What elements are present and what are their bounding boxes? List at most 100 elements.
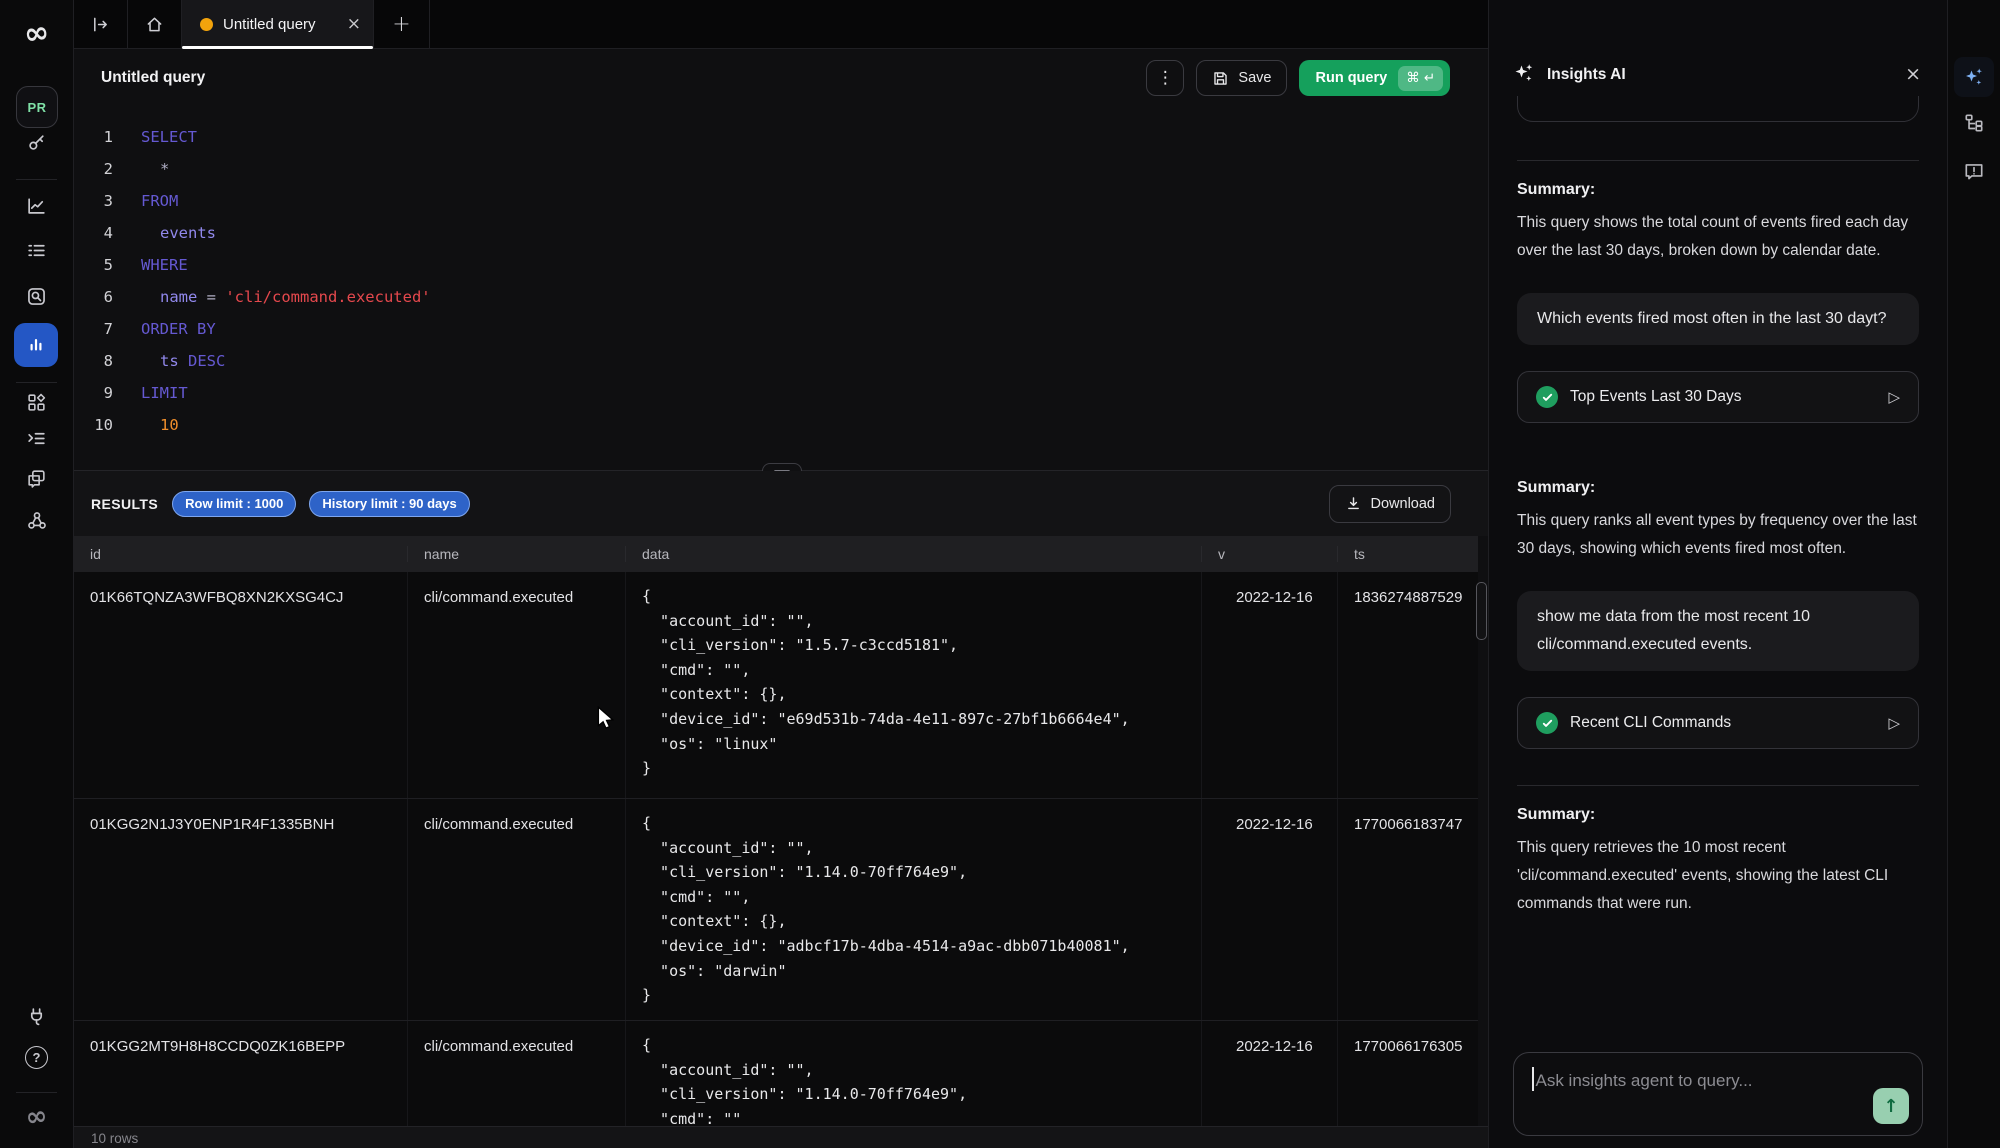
table-row[interactable]: 01KGG2N1J3Y0ENP1R4F1335BNHcli/command.ex… <box>74 799 1478 1021</box>
sidebar-item-help[interactable]: ? <box>0 1046 73 1069</box>
row-limit-badge[interactable]: Row limit : 1000 <box>172 491 296 517</box>
sql-editor[interactable]: 1SELECT2*3FROM4events5WHERE6name = 'cli/… <box>74 108 1488 473</box>
cell-v[interactable]: 2022-12-16 <box>1201 572 1337 798</box>
summary-label: Summary: <box>1517 181 1919 199</box>
play-icon[interactable]: ▷ <box>1888 714 1900 732</box>
bar-chart-icon <box>25 334 47 356</box>
cell-data[interactable]: { "account_id": "", "cli_version": "1.5.… <box>625 572 1201 798</box>
plug-icon <box>26 1006 47 1027</box>
download-button[interactable]: Download <box>1329 485 1452 523</box>
sidebar-item-plugins[interactable] <box>0 1006 73 1027</box>
plus-icon: + <box>392 12 410 37</box>
insights-scroll-area[interactable]: Summary: This query shows the total coun… <box>1489 96 1947 1148</box>
code-line[interactable]: 2* <box>74 153 1488 185</box>
run-query-button[interactable]: Run query ⌘ ↵ <box>1299 60 1450 96</box>
code-line[interactable]: 8ts DESC <box>74 345 1488 377</box>
summary-text: This query retrieves the 10 most recent … <box>1517 834 1919 918</box>
text-caret <box>1532 1067 1534 1091</box>
column-header-ts[interactable]: ts <box>1337 546 1478 562</box>
list-icon <box>26 240 47 261</box>
code-line[interactable]: 7ORDER BY <box>74 313 1488 345</box>
sidebar-item-queries-active[interactable] <box>14 323 58 367</box>
sidebar-item-metrics[interactable] <box>0 195 73 216</box>
sidebar-item-keys[interactable] <box>0 132 73 153</box>
help-icon: ? <box>25 1046 48 1069</box>
tab-untitled-query[interactable]: Untitled query × <box>182 0 374 48</box>
code-line[interactable]: 1010 <box>74 409 1488 441</box>
line-number: 3 <box>74 185 113 217</box>
column-header-v[interactable]: v <box>1201 546 1337 562</box>
summary-text: This query ranks all event types by freq… <box>1517 507 1919 563</box>
scrolled-card-partial[interactable] <box>1517 96 1919 122</box>
cell-data[interactable]: { "account_id": "", "cli_version": "1.14… <box>625 1021 1201 1126</box>
cell-ts[interactable]: 1770066183747 <box>1337 799 1478 1020</box>
column-header-data[interactable]: data <box>625 546 1201 562</box>
code-line[interactable]: 9LIMIT <box>74 377 1488 409</box>
code-line[interactable]: 3FROM <box>74 185 1488 217</box>
sparkles-icon <box>1963 66 1985 88</box>
cell-id[interactable]: 01K66TQNZA3WFBQ8XN2KXSG4CJ <box>74 572 407 798</box>
line-number: 5 <box>74 249 113 281</box>
panel-collapse-icon <box>91 15 110 34</box>
save-button[interactable]: Save <box>1196 60 1287 96</box>
line-number: 6 <box>74 281 113 313</box>
tab-bar: Untitled query × + <box>74 0 1488 49</box>
rail-item-schema[interactable] <box>1948 112 2000 134</box>
ask-agent-input[interactable]: Ask insights agent to query... ↑ <box>1513 1052 1923 1136</box>
cell-ts[interactable]: 1836274887529 <box>1337 572 1478 798</box>
line-number: 10 <box>74 409 113 441</box>
code-line[interactable]: 1SELECT <box>74 121 1488 153</box>
sidebar-item-discussions[interactable] <box>0 468 73 489</box>
column-header-id[interactable]: id <box>74 546 407 562</box>
column-header-name[interactable]: name <box>407 546 625 562</box>
brand-logo-icon[interactable]: ∞ <box>0 11 75 56</box>
play-icon[interactable]: ▷ <box>1888 388 1900 406</box>
query-menu-button[interactable]: ⋮ <box>1146 60 1184 96</box>
tab-close-icon[interactable]: × <box>347 16 361 33</box>
home-icon <box>145 15 164 34</box>
cell-name[interactable]: cli/command.executed <box>407 799 625 1020</box>
key-icon <box>26 132 47 153</box>
code-line[interactable]: 6name = 'cli/command.executed' <box>74 281 1488 313</box>
cell-id[interactable]: 01KGG2N1J3Y0ENP1R4F1335BNH <box>74 799 407 1020</box>
cell-ts[interactable]: 1770066176305 <box>1337 1021 1478 1126</box>
sidebar-item-apps[interactable] <box>0 392 73 413</box>
close-insights-icon[interactable]: × <box>1905 65 1921 84</box>
rail-item-feedback[interactable] <box>1948 160 2000 182</box>
table-row[interactable]: 01K66TQNZA3WFBQ8XN2KXSG4CJcli/command.ex… <box>74 572 1478 799</box>
rail-item-insights-active[interactable] <box>1954 57 1994 97</box>
sidebar-item-explore[interactable] <box>0 286 73 307</box>
history-limit-badge[interactable]: History limit : 90 days <box>309 491 469 517</box>
nodes-icon <box>26 510 48 532</box>
status-bar: 10 rows <box>74 1126 1488 1148</box>
download-icon <box>1345 495 1362 512</box>
cell-name[interactable]: cli/command.executed <box>407 1021 625 1126</box>
cell-data[interactable]: { "account_id": "", "cli_version": "1.14… <box>625 799 1201 1020</box>
sidebar-item-events[interactable] <box>0 240 73 261</box>
sidebar-item-integrations[interactable] <box>0 510 73 532</box>
table-row[interactable]: 01KGG2MT9H8H8CCDQ0ZK16BEPPcli/command.ex… <box>74 1021 1478 1126</box>
sidebar-divider <box>16 1092 57 1093</box>
sidebar-item-functions[interactable] <box>0 428 73 449</box>
cell-id[interactable]: 01KGG2MT9H8H8CCDQ0ZK16BEPP <box>74 1021 407 1126</box>
cell-v[interactable]: 2022-12-16 <box>1201 1021 1337 1126</box>
results-label: RESULTS <box>91 496 158 512</box>
cell-name[interactable]: cli/command.executed <box>407 572 625 798</box>
cell-v[interactable]: 2022-12-16 <box>1201 799 1337 1020</box>
new-tab-button[interactable]: + <box>374 0 430 48</box>
insights-title: Insights AI <box>1547 66 1905 84</box>
footer-logo-icon[interactable]: ∞ <box>0 1097 75 1137</box>
code-line[interactable]: 5WHERE <box>74 249 1488 281</box>
summary-label: Summary: <box>1517 479 1919 497</box>
collapse-sidebar-button[interactable] <box>74 0 128 48</box>
code-line[interactable]: 4events <box>74 217 1488 249</box>
saved-query-card[interactable]: Recent CLI Commands ▷ <box>1517 697 1919 749</box>
avatar[interactable]: PR <box>16 86 58 128</box>
results-toolbar: RESULTS Row limit : 1000 History limit :… <box>74 471 1488 536</box>
saved-query-card[interactable]: Top Events Last 30 Days ▷ <box>1517 371 1919 423</box>
home-button[interactable] <box>128 0 182 48</box>
query-title: Untitled query <box>101 69 1146 87</box>
section-divider <box>1517 160 1919 161</box>
send-button[interactable]: ↑ <box>1873 1088 1909 1124</box>
vertical-scrollbar[interactable] <box>1476 582 1487 640</box>
